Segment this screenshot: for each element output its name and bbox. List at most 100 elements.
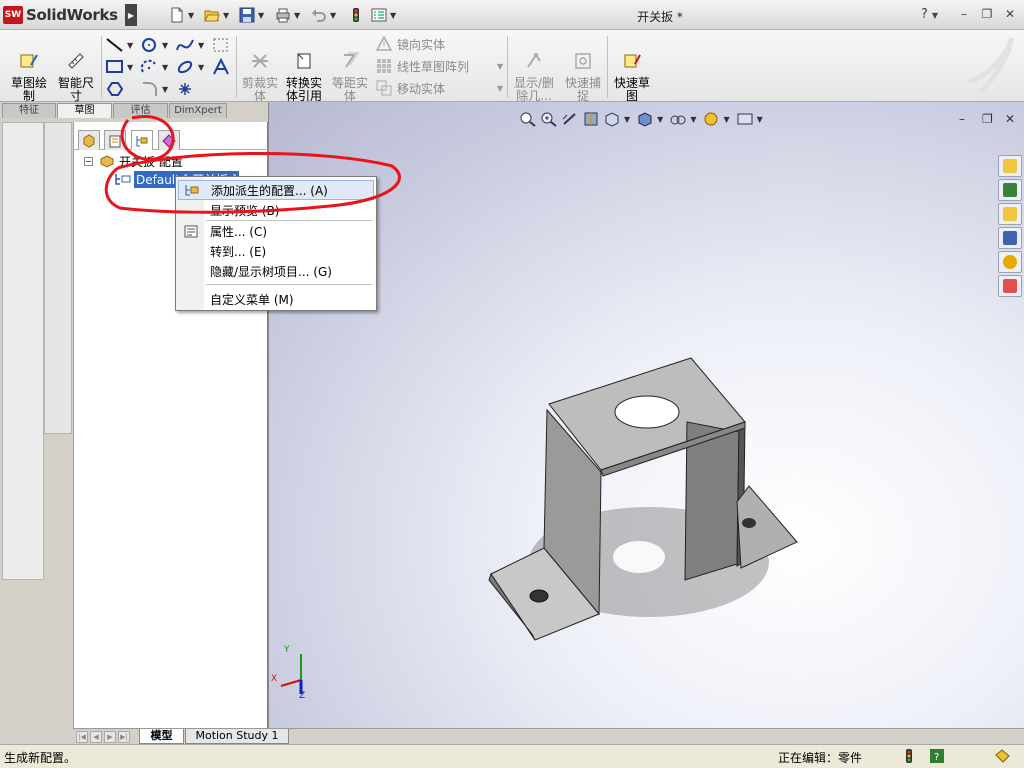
print-button[interactable]: ▼: [274, 6, 300, 24]
help-status-icon[interactable]: ?: [930, 749, 944, 763]
save-button[interactable]: ▼: [238, 6, 264, 24]
point-icon[interactable]: [175, 80, 195, 98]
ribbon-separator: [101, 36, 102, 98]
rectangle-icon[interactable]: [105, 58, 125, 76]
circle-icon[interactable]: [140, 36, 160, 54]
help-button[interactable]: ? ▼: [921, 7, 938, 22]
menu-item-hide-show-tree-items[interactable]: 隐藏/显示树项目... (G): [178, 261, 374, 281]
tab-feature-manager[interactable]: [78, 130, 100, 150]
sketch-tools-toolbar: [44, 122, 72, 434]
task-pane-home[interactable]: [998, 155, 1022, 177]
resources-icon: [1003, 183, 1017, 197]
new-document-button[interactable]: ▼: [168, 6, 194, 24]
task-pane-resources[interactable]: [998, 179, 1022, 201]
tree-configurations-root[interactable]: − 开关扳 配置: [84, 153, 183, 169]
chevron-down-icon[interactable]: ▼: [497, 62, 503, 71]
tab-motion-study-1[interactable]: Motion Study 1: [185, 729, 289, 744]
convert-entities-label: 转换实 体引用: [285, 76, 322, 103]
rebuild-button[interactable]: [347, 6, 365, 24]
close-button[interactable]: ✕: [1003, 7, 1017, 21]
next-tab-icon[interactable]: ▶: [104, 731, 116, 743]
menu-item-properties[interactable]: 属性... (C): [178, 221, 374, 241]
tab-sketch[interactable]: 草图: [57, 103, 112, 118]
offset-entities-label: 等距实 体: [331, 76, 368, 103]
spline-icon[interactable]: [175, 36, 195, 54]
first-tab-icon[interactable]: |◀: [76, 731, 88, 743]
tab-dimxpert-manager[interactable]: [158, 130, 180, 150]
traffic-light-icon: [353, 8, 359, 22]
previous-tab-icon[interactable]: ◀: [90, 731, 102, 743]
chevron-down-icon[interactable]: ▼: [162, 85, 168, 94]
chevron-down-icon[interactable]: ▼: [223, 11, 229, 20]
mirror-icon: [376, 36, 392, 51]
title-bar: SW SolidWorks ▶ ▼ ▼ ▼ ▼ ▼ ▼ 开关扳 * ? ▼ – …: [0, 0, 1024, 30]
convert-entities-button[interactable]: 转换实 体引用: [281, 38, 327, 103]
open-document-button[interactable]: ▼: [203, 6, 229, 24]
menu-flyout-arrow-icon[interactable]: ▶: [125, 4, 137, 26]
solidworks-logo[interactable]: SW SolidWorks: [3, 5, 135, 25]
rebuild-status-icon[interactable]: [902, 749, 916, 763]
tab-configuration-manager[interactable]: [131, 130, 153, 150]
linear-pattern-button[interactable]: 线性草图阵列: [376, 56, 469, 76]
tab-model[interactable]: 模型: [139, 729, 184, 744]
tab-dimxpert[interactable]: DimXpert: [169, 103, 227, 118]
tab-evaluate[interactable]: 评估: [113, 103, 168, 118]
minimize-button[interactable]: –: [957, 7, 971, 21]
chevron-down-icon[interactable]: ▼: [198, 63, 204, 72]
collapse-toggle[interactable]: −: [84, 156, 93, 166]
folder-icon: [1003, 207, 1017, 221]
offset-entities-button[interactable]: 等距实 体: [327, 38, 373, 103]
last-tab-icon[interactable]: ▶|: [118, 731, 130, 743]
chevron-down-icon[interactable]: ▼: [258, 11, 264, 20]
smart-dimension-icon: [68, 53, 84, 69]
features-toolbar: [2, 122, 44, 580]
document-title: 开关扳 *: [637, 10, 683, 24]
rapid-sketch-icon: [624, 54, 641, 68]
menu-item-customize-menu[interactable]: 自定义菜单 (M): [178, 289, 374, 309]
menu-item-show-preview[interactable]: 显示预览 (B): [178, 200, 374, 220]
tag-status-icon[interactable]: [994, 749, 1010, 763]
axis-y-label: Y: [284, 645, 290, 655]
move-entities-button[interactable]: 移动实体: [376, 78, 445, 98]
menu-item-add-derived-configuration[interactable]: 添加派生的配置... (A): [178, 180, 374, 200]
restore-button[interactable]: ❐: [980, 7, 994, 21]
chevron-down-icon[interactable]: ▼: [162, 41, 168, 50]
mirror-entities-button[interactable]: 镜向实体: [376, 34, 445, 54]
menu-item-go-to[interactable]: 转到... (E): [178, 241, 374, 261]
print-icon: [276, 8, 290, 23]
ellipse-icon[interactable]: [175, 58, 195, 76]
chevron-down-icon[interactable]: ▼: [127, 41, 133, 50]
rapid-sketch-button[interactable]: 快速草 图: [609, 38, 655, 103]
chevron-down-icon: ▼: [931, 11, 939, 20]
chevron-down-icon[interactable]: ▼: [162, 63, 168, 72]
menu-item-label: 转到... (E): [210, 244, 267, 259]
task-pane-appearances[interactable]: [998, 251, 1022, 273]
property-manager-icon: [109, 135, 121, 147]
arc-icon[interactable]: [140, 58, 160, 76]
dimxpert-manager-icon: [162, 133, 176, 148]
chevron-down-icon[interactable]: ▼: [127, 63, 133, 72]
chevron-down-icon[interactable]: ▼: [188, 11, 194, 20]
line-icon[interactable]: [105, 36, 125, 54]
graphics-area[interactable]: ▼ ▼ ▼ ▼ ▼ – ❐ ✕ Y X Z: [268, 102, 1024, 728]
options-button[interactable]: ▼: [370, 6, 396, 24]
tab-property-manager[interactable]: [104, 130, 126, 150]
chevron-down-icon[interactable]: ▼: [390, 11, 396, 20]
chevron-down-icon[interactable]: ▼: [198, 41, 204, 50]
model-tabs-bar: |◀ ◀ ▶ ▶| 模型 Motion Study 1: [73, 728, 1024, 744]
task-pane-file-explorer[interactable]: [998, 227, 1022, 249]
bracket-3d-model[interactable]: [269, 102, 1024, 728]
move-icon: [376, 80, 392, 96]
chevron-down-icon[interactable]: ▼: [294, 11, 300, 20]
chevron-down-icon[interactable]: ▼: [497, 84, 503, 93]
polygon-icon[interactable]: [105, 80, 125, 98]
fillet-icon[interactable]: [140, 80, 160, 98]
tab-features[interactable]: 特征: [2, 103, 56, 118]
menu-separator: [206, 284, 372, 285]
text-icon[interactable]: [211, 58, 231, 76]
task-pane-custom-properties[interactable]: [998, 275, 1022, 297]
grid-snap-icon[interactable]: [211, 36, 231, 54]
task-pane-design-library[interactable]: [998, 203, 1022, 225]
undo-button[interactable]: ▼: [310, 6, 336, 24]
chevron-down-icon[interactable]: ▼: [330, 11, 336, 20]
